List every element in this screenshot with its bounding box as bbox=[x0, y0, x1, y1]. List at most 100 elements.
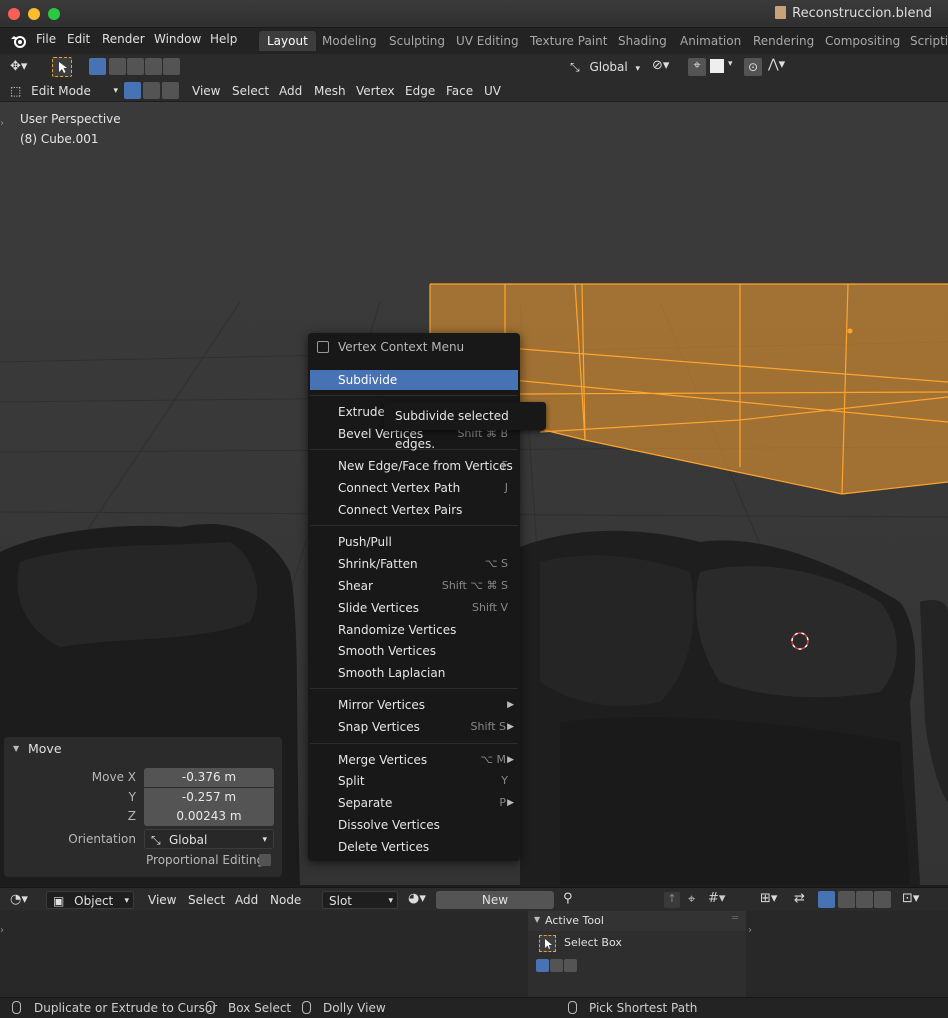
select-mode-new-icon[interactable] bbox=[536, 959, 549, 972]
snap-element-icon[interactable] bbox=[710, 59, 724, 73]
close-window-button[interactable] bbox=[8, 8, 20, 20]
slot-dropdown[interactable]: Slot ▾ bbox=[322, 891, 398, 909]
menu-item-slide-vertices[interactable]: Slide Vertices Shift V bbox=[310, 598, 518, 618]
menu-mesh[interactable]: Mesh bbox=[310, 81, 350, 101]
snap-icon[interactable]: ⌖ bbox=[688, 892, 695, 907]
face-select-mode-icon[interactable] bbox=[162, 82, 179, 99]
tab-shading[interactable]: Shading bbox=[610, 31, 675, 51]
select-mode-new-icon[interactable] bbox=[818, 891, 835, 908]
menu-help[interactable]: Help bbox=[210, 32, 237, 46]
select-mode-invert-icon[interactable] bbox=[145, 58, 162, 75]
tab-uv-editing[interactable]: UV Editing bbox=[448, 31, 527, 51]
menu-view[interactable]: View bbox=[188, 81, 224, 101]
tab-texture-paint[interactable]: Texture Paint bbox=[522, 31, 615, 51]
menu-item-smooth-vertices[interactable]: Smooth Vertices bbox=[310, 641, 518, 661]
select-mode-subtract-icon[interactable] bbox=[856, 891, 873, 908]
object-dropdown[interactable]: ▣ Object ▾ bbox=[46, 891, 134, 909]
menu-vertex[interactable]: Vertex bbox=[352, 81, 399, 101]
select-mode-extend-icon[interactable] bbox=[838, 891, 855, 908]
proportional-editing-icon[interactable]: ⊙ bbox=[744, 58, 762, 76]
vertex-select-mode-icon[interactable] bbox=[124, 82, 141, 99]
menu-item-snap-vertices[interactable]: Snap Vertices Shift S ▶ bbox=[310, 717, 518, 737]
editor-type-icon[interactable]: ◔▾ bbox=[10, 892, 28, 907]
move-x-field[interactable]: -0.376 m bbox=[144, 768, 274, 787]
material-browse-icon[interactable]: ◕▾ bbox=[408, 891, 426, 906]
select-mode-subtract-icon[interactable] bbox=[127, 58, 144, 75]
menu-item-shear[interactable]: Shear Shift ⌥ ⌘ S bbox=[310, 576, 518, 596]
menu-item-subdivide[interactable]: Subdivide bbox=[310, 370, 518, 390]
proportional-editing-checkbox[interactable] bbox=[259, 854, 271, 866]
menu-item-merge-vertices[interactable]: Merge Vertices ⌥ M ▶ bbox=[310, 750, 518, 770]
minimize-window-button[interactable] bbox=[28, 8, 40, 20]
toolbar-expand-icon[interactable]: › bbox=[0, 925, 4, 936]
menu-item-connect-vertex-pairs[interactable]: Connect Vertex Pairs bbox=[310, 500, 518, 520]
move-panel-title[interactable]: Move bbox=[28, 741, 62, 756]
menu-file[interactable]: File bbox=[36, 32, 56, 46]
falloff-curve-icon[interactable]: ⋀▾ bbox=[768, 57, 785, 72]
menu-render[interactable]: Render bbox=[102, 32, 145, 46]
tab-sculpting[interactable]: Sculpting bbox=[381, 31, 453, 51]
blender-logo-icon[interactable] bbox=[10, 32, 28, 50]
menu-node[interactable]: Node bbox=[266, 890, 305, 910]
select-mode-extend-icon[interactable] bbox=[109, 58, 126, 75]
menu-select[interactable]: Select bbox=[228, 81, 273, 101]
transform-orientation-dropdown[interactable]: ⤡ Global ▾ bbox=[566, 57, 644, 77]
new-material-button[interactable]: New bbox=[436, 891, 554, 909]
parent-node-icon[interactable]: ↑ bbox=[664, 892, 680, 908]
menu-edge[interactable]: Edge bbox=[401, 81, 439, 101]
menu-item-push-pull[interactable]: Push/Pull bbox=[310, 532, 518, 552]
pin-icon[interactable]: ⚲ bbox=[563, 891, 573, 906]
menu-item-dissolve-vertices[interactable]: Dissolve Vertices bbox=[310, 815, 518, 835]
collapse-triangle-icon[interactable]: ▼ bbox=[13, 744, 19, 753]
transform-pivot-icon[interactable]: ✥▾ bbox=[10, 59, 38, 75]
select-mode-intersect-icon[interactable] bbox=[163, 58, 180, 75]
tab-compositing[interactable]: Compositing bbox=[817, 31, 908, 51]
toolbar-expand-icon[interactable]: › bbox=[0, 118, 4, 129]
menu-add[interactable]: Add bbox=[275, 81, 306, 101]
menu-window[interactable]: Window bbox=[154, 32, 201, 46]
menu-add[interactable]: Add bbox=[231, 890, 262, 910]
select-mode-extend-icon[interactable] bbox=[550, 959, 563, 972]
select-mode-subtract-icon[interactable] bbox=[564, 959, 577, 972]
maximize-window-button[interactable] bbox=[48, 8, 60, 20]
pivot-point-icon[interactable]: ⊘▾ bbox=[652, 58, 669, 73]
tab-layout[interactable]: Layout bbox=[259, 31, 316, 51]
properties-editor-icon[interactable]: ⊞▾ bbox=[760, 891, 777, 906]
snap-grid-icon[interactable]: #▾ bbox=[708, 891, 725, 906]
menu-item-randomize-vertices[interactable]: Randomize Vertices bbox=[310, 620, 518, 640]
shader-editor-area[interactable]: › › bbox=[0, 911, 948, 997]
tab-modeling[interactable]: Modeling bbox=[314, 31, 385, 51]
menu-view[interactable]: View bbox=[144, 890, 180, 910]
menu-face[interactable]: Face bbox=[442, 81, 477, 101]
drag-handle-icon[interactable]: ═ bbox=[732, 913, 738, 924]
tab-rendering[interactable]: Rendering bbox=[745, 31, 822, 51]
select-tool-icon[interactable] bbox=[52, 57, 72, 77]
menu-item-mirror-vertices[interactable]: Mirror Vertices ▶ bbox=[310, 695, 518, 715]
menu-item-delete-vertices[interactable]: Delete Vertices bbox=[310, 837, 518, 857]
move-z-field[interactable]: 0.00243 m bbox=[144, 807, 274, 826]
sidebar-expand-icon[interactable]: › bbox=[748, 925, 752, 936]
menu-uv[interactable]: UV bbox=[480, 81, 505, 101]
edge-select-mode-icon[interactable] bbox=[143, 82, 160, 99]
mode-dropdown[interactable]: ⬚ Edit Mode ▾ bbox=[10, 82, 122, 100]
active-tool-header[interactable]: ▼ Active Tool ═ bbox=[528, 911, 746, 931]
menu-item-smooth-laplacian[interactable]: Smooth Laplacian bbox=[310, 663, 518, 683]
tab-animation[interactable]: Animation bbox=[672, 31, 749, 51]
menu-edit[interactable]: Edit bbox=[67, 32, 90, 46]
orientation-dropdown[interactable]: ⤡ Global ▾ bbox=[144, 829, 274, 849]
select-mode-invert-icon[interactable] bbox=[874, 891, 891, 908]
select-box-tool-icon[interactable] bbox=[539, 935, 556, 952]
menu-item-split[interactable]: Split Y bbox=[310, 771, 518, 791]
menu-item-shrink-fatten[interactable]: Shrink/Fatten ⌥ S bbox=[310, 554, 518, 574]
view-options-icon[interactable]: ⊡▾ bbox=[902, 891, 919, 906]
menu-item-separate[interactable]: Separate P ▶ bbox=[310, 793, 518, 813]
menu-item-new-edge-face[interactable]: New Edge/Face from Vertices F bbox=[310, 456, 518, 476]
snap-icon[interactable]: ⌖ bbox=[688, 58, 706, 76]
menu-select[interactable]: Select bbox=[184, 890, 229, 910]
move-y-field[interactable]: -0.257 m bbox=[144, 788, 274, 807]
tab-scripting[interactable]: Scriptin bbox=[902, 31, 948, 51]
chevron-down-icon[interactable]: ▾ bbox=[728, 59, 733, 69]
select-mode-new-icon[interactable] bbox=[89, 58, 106, 75]
menu-item-connect-vertex-path[interactable]: Connect Vertex Path J bbox=[310, 478, 518, 498]
sync-icon[interactable]: ⇄ bbox=[794, 891, 805, 906]
